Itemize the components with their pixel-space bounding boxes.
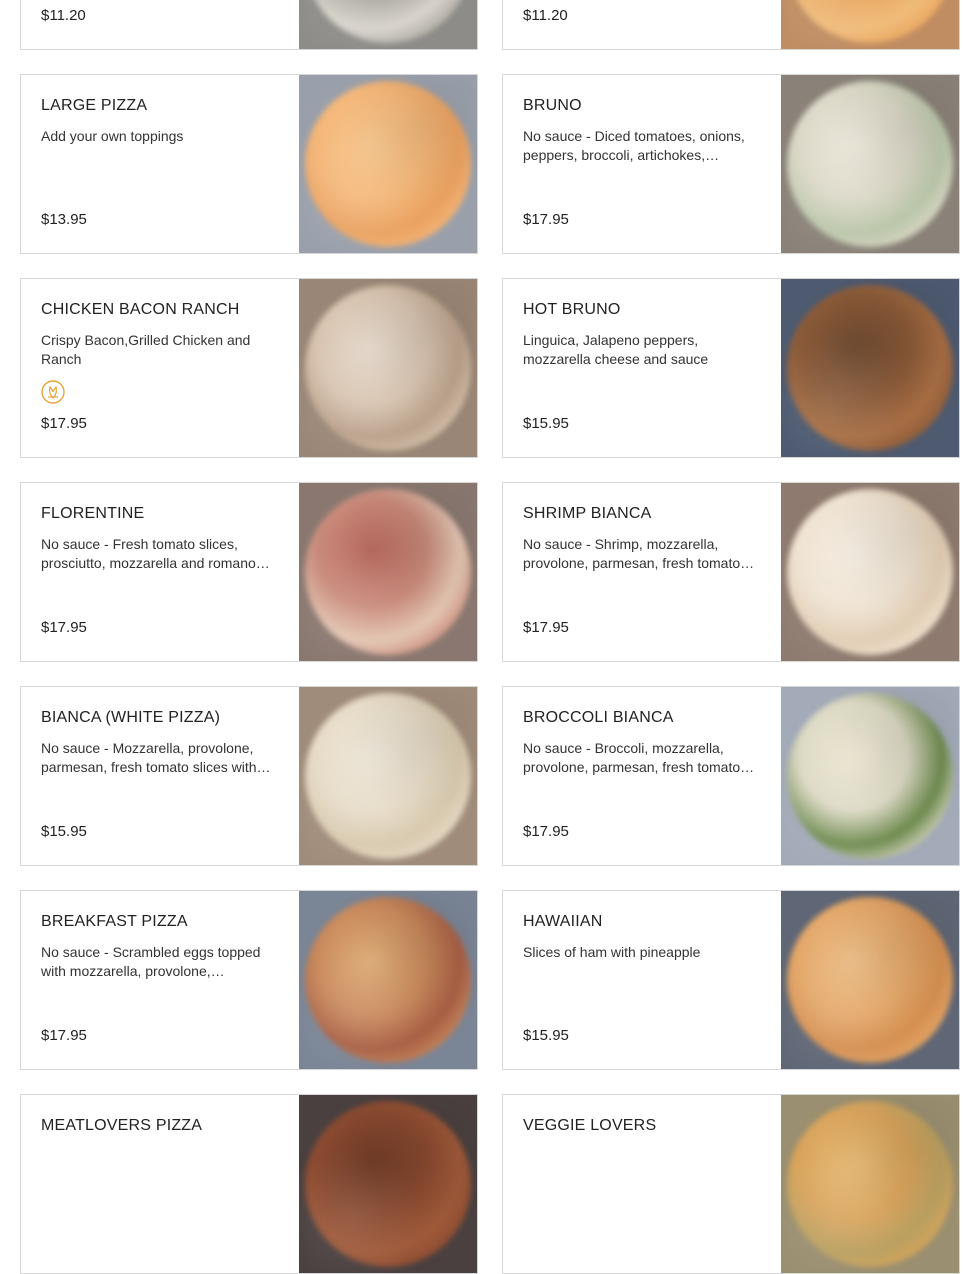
- pizza-photo: [299, 75, 477, 253]
- menu-item-info: VEGGIE LOVERS: [523, 1095, 761, 1273]
- pizza-photo: [299, 1095, 477, 1273]
- photo-shading: [299, 1095, 477, 1273]
- menu-item-info: FLORENTINE No sauce - Fresh tomato slices…: [41, 483, 279, 661]
- menu-item-description: No sauce - Shrimp, mozzarella, provolone…: [523, 536, 741, 571]
- menu-item-card[interactable]: BIANCA (WHITE PIZZA) No sauce - Mozzarell…: [20, 686, 478, 866]
- menu-item-description: Crispy Bacon,Grilled Chicken and Ranch: [41, 332, 251, 367]
- menu-item-info: LARGE PIZZA Add your own toppings $13.95: [41, 75, 279, 253]
- menu-item-info: BROCCOLI BIANCA No sauce - Broccoli, mozz…: [523, 687, 761, 865]
- menu-item-info: HOT BRUNO Linguica, Jalapeno peppers, moz…: [523, 279, 761, 457]
- pizza-photo: [299, 279, 477, 457]
- menu-item-description: No sauce - Mozzarella, provolone, parmes…: [41, 740, 257, 775]
- pizza-photo: [781, 483, 959, 661]
- menu-grid: $11.20 $11.20 LARGE PIZZA Add your own topp…: [20, 0, 960, 1274]
- menu-item-price: $17.95: [41, 415, 87, 432]
- menu-item-description: No sauce - Fresh tomato slices, prosciut…: [41, 536, 256, 571]
- photo-shading: [299, 75, 477, 253]
- menu-item-card[interactable]: $11.20: [20, 0, 478, 50]
- photo-shading: [781, 75, 959, 253]
- photo-shading: [781, 483, 959, 661]
- menu-item-card[interactable]: HAWAIIAN Slices of ham with pineapple $15.…: [502, 890, 960, 1070]
- menu-item-description: No sauce - Scrambled eggs topped with mo…: [41, 944, 261, 979]
- menu-item-info: MEATLOVERS PIZZA: [41, 1095, 279, 1273]
- menu-item-card[interactable]: BRUNO No sauce - Diced tomatoes, onions, …: [502, 74, 960, 254]
- pizza-photo: [781, 891, 959, 1069]
- photo-shading: [781, 0, 959, 49]
- menu-item-description: Add your own toppings: [41, 128, 184, 144]
- photo-shading: [781, 687, 959, 865]
- photo-shading: [299, 483, 477, 661]
- photo-shading: [781, 891, 959, 1069]
- menu-item-price: $17.95: [523, 823, 569, 840]
- photo-shading: [299, 891, 477, 1069]
- menu-item-card[interactable]: CHICKEN BACON RANCH Crispy Bacon,Grilled …: [20, 278, 478, 458]
- menu-item-price: $11.20: [41, 7, 86, 24]
- pizza-photo: [299, 0, 477, 49]
- menu-item-name: LARGE PIZZA: [41, 97, 148, 114]
- menu-item-price: $17.95: [41, 619, 87, 636]
- menu-item-card[interactable]: BREAKFAST PIZZA No sauce - Scrambled eggs…: [20, 890, 478, 1070]
- menu-item-price: $15.95: [523, 1027, 569, 1044]
- menu-item-info: $11.20: [523, 0, 761, 49]
- menu-item-price: $11.20: [523, 7, 568, 24]
- menu-item-card[interactable]: LARGE PIZZA Add your own toppings $13.95: [20, 74, 478, 254]
- menu-item-card[interactable]: FLORENTINE No sauce - Fresh tomato slices…: [20, 482, 478, 662]
- pizza-photo: [299, 483, 477, 661]
- spicy-pepper-icon: [41, 380, 65, 404]
- menu-item-name: CHICKEN BACON RANCH: [41, 301, 240, 318]
- menu-item-price: $15.95: [523, 415, 569, 432]
- photo-shading: [299, 0, 477, 49]
- photo-shading: [781, 279, 959, 457]
- menu-item-card[interactable]: VEGGIE LOVERS: [502, 1094, 960, 1274]
- menu-item-name: VEGGIE LOVERS: [523, 1117, 657, 1134]
- menu-item-card[interactable]: SHRIMP BIANCA No sauce - Shrimp, mozzarel…: [502, 482, 960, 662]
- menu-item-info: BREAKFAST PIZZA No sauce - Scrambled eggs…: [41, 891, 279, 1069]
- menu-item-info: $11.20: [41, 0, 279, 49]
- menu-item-info: BIANCA (WHITE PIZZA) No sauce - Mozzarell…: [41, 687, 279, 865]
- menu-item-name: SHRIMP BIANCA: [523, 505, 652, 522]
- menu-item-card[interactable]: BROCCOLI BIANCA No sauce - Broccoli, mozz…: [502, 686, 960, 866]
- menu-item-info: CHICKEN BACON RANCH Crispy Bacon,Grilled …: [41, 279, 279, 457]
- menu-item-card[interactable]: $11.20: [502, 0, 960, 50]
- photo-shading: [299, 687, 477, 865]
- menu-item-info: SHRIMP BIANCA No sauce - Shrimp, mozzarel…: [523, 483, 761, 661]
- pizza-photo: [781, 1095, 959, 1273]
- menu-item-price: $15.95: [41, 823, 87, 840]
- menu-item-card[interactable]: MEATLOVERS PIZZA: [20, 1094, 478, 1274]
- menu-item-price: $17.95: [523, 211, 569, 228]
- menu-item-name: MEATLOVERS PIZZA: [41, 1117, 203, 1134]
- menu-item-card[interactable]: HOT BRUNO Linguica, Jalapeno peppers, moz…: [502, 278, 960, 458]
- pizza-photo: [299, 891, 477, 1069]
- pizza-photo: [781, 0, 959, 49]
- menu-item-name: BRUNO: [523, 97, 582, 114]
- menu-item-description: No sauce - Broccoli, mozzarella, provolo…: [523, 740, 741, 775]
- menu-item-name: HAWAIIAN: [523, 913, 603, 930]
- photo-shading: [781, 1095, 959, 1273]
- photo-shading: [299, 279, 477, 457]
- menu-item-name: BIANCA (WHITE PIZZA): [41, 709, 221, 726]
- pizza-photo: [781, 75, 959, 253]
- menu-item-price: $17.95: [41, 1027, 87, 1044]
- menu-item-name: HOT BRUNO: [523, 301, 621, 318]
- menu-item-price: $13.95: [41, 211, 87, 228]
- menu-item-name: BROCCOLI BIANCA: [523, 709, 674, 726]
- menu-item-description: Slices of ham with pineapple: [523, 944, 701, 960]
- menu-item-description: Linguica, Jalapeno peppers, mozzarella c…: [523, 332, 709, 367]
- menu-item-price: $17.95: [523, 619, 569, 636]
- menu-item-info: HAWAIIAN Slices of ham with pineapple $15.…: [523, 891, 761, 1069]
- pizza-photo: [781, 687, 959, 865]
- menu-item-description: No sauce - Diced tomatoes, onions, peppe…: [523, 128, 745, 163]
- pizza-photo: [299, 687, 477, 865]
- menu-item-name: BREAKFAST PIZZA: [41, 913, 188, 930]
- menu-item-info: BRUNO No sauce - Diced tomatoes, onions, …: [523, 75, 761, 253]
- pizza-photo: [781, 279, 959, 457]
- menu-item-name: FLORENTINE: [41, 505, 145, 522]
